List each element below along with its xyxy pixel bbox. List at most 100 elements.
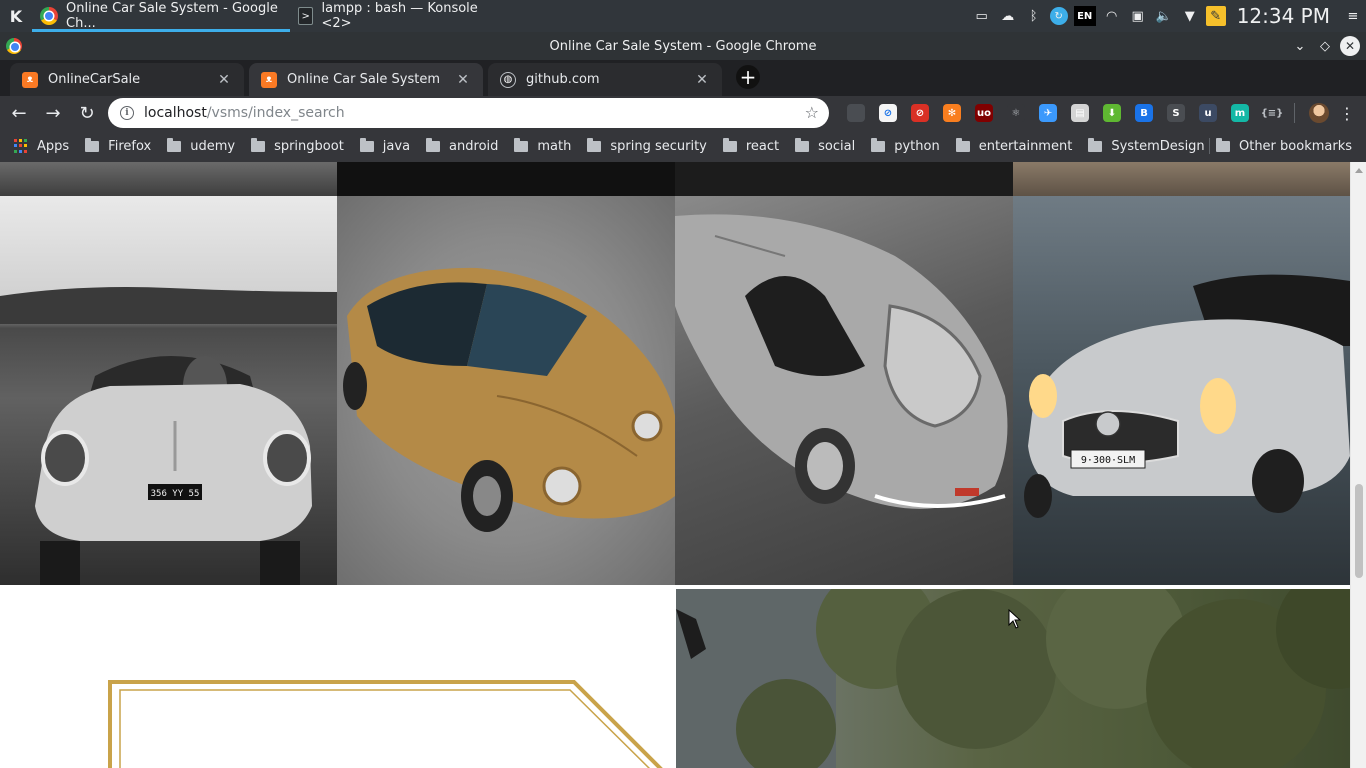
battery-icon[interactable]: ▭	[972, 6, 992, 26]
close-window-icon[interactable]: ✕	[1340, 36, 1360, 56]
bookmark-label: springboot	[274, 138, 344, 154]
system-tray: ▭ ☁ ᛒ ↻ EN ◠ ▣ 🔈 ▼ ✎ 12:34 PM ≡	[969, 0, 1366, 32]
kde-panel: K Online Car Sale System - Google Ch... …	[0, 0, 1366, 32]
bookmark-firefox[interactable]: Firefox	[85, 137, 152, 154]
download-ext-icon[interactable]: ⬇	[1103, 104, 1121, 122]
pocket-icon[interactable]	[847, 104, 865, 122]
bookmark-social[interactable]: social	[795, 137, 855, 154]
bookmark-udemy[interactable]: udemy	[167, 137, 235, 154]
bookmark-math[interactable]: math	[514, 137, 572, 154]
s-ext-icon[interactable]: S	[1167, 104, 1185, 122]
tray-expand-icon[interactable]: ▼	[1180, 6, 1200, 26]
bookmark-spring-security[interactable]: spring security	[587, 137, 707, 154]
globe-icon: ◍	[500, 71, 516, 88]
gallery-photo-silver-roadster[interactable]: 9·300·SLM	[1013, 196, 1350, 585]
maximize-icon[interactable]: ◇	[1315, 36, 1335, 56]
notes-icon[interactable]: ✎	[1205, 6, 1226, 26]
update-icon[interactable]: ↻	[1049, 7, 1068, 25]
license-plate-text: 9·300·SLM	[1081, 455, 1135, 466]
tab-label: github.com	[526, 72, 600, 87]
other-bookmarks-label: Other bookmarks	[1238, 138, 1352, 154]
taskbar-item-chrome[interactable]: Online Car Sale System - Google Ch...	[32, 0, 290, 32]
close-tab-icon[interactable]: ✕	[455, 72, 471, 88]
cloud-icon[interactable]: ☁	[998, 6, 1018, 26]
silver-coupe-image	[675, 214, 1008, 509]
bookmark-label: python	[894, 138, 940, 154]
bookmark-java[interactable]: java	[359, 137, 411, 154]
clock[interactable]: 12:34 PM	[1237, 4, 1330, 28]
bookmark-label: Apps	[37, 138, 70, 154]
gallery-photo-bronze-coupe[interactable]	[337, 196, 675, 585]
folder-icon	[1088, 137, 1103, 152]
ublock-icon[interactable]: uo	[975, 104, 993, 122]
bluetooth-icon[interactable]: ᛒ	[1024, 6, 1044, 26]
bookmark-label: entertainment	[978, 138, 1073, 154]
minimize-icon[interactable]: ⌄	[1290, 36, 1310, 56]
u-ext-icon[interactable]: u	[1199, 104, 1217, 122]
bookmark-entertainment[interactable]: entertainment	[955, 137, 1073, 154]
keyboard-layout[interactable]: EN	[1073, 6, 1096, 26]
kde-menu-icon[interactable]: K	[0, 0, 32, 32]
chrome-menu-icon[interactable]: ⋮	[1337, 104, 1357, 123]
folder-icon	[359, 137, 374, 152]
panel-menu-icon[interactable]: ≡	[1343, 6, 1363, 26]
printer-ext-icon[interactable]: ▤	[1071, 104, 1089, 122]
folder-icon	[1215, 137, 1230, 152]
bookmark-springboot[interactable]: springboot	[251, 137, 344, 154]
site-info-icon[interactable]: i	[120, 106, 134, 120]
folder-icon	[251, 137, 266, 152]
other-bookmarks[interactable]: Other bookmarks	[1215, 130, 1352, 162]
tab-onlinecarsale[interactable]: ᴥ OnlineCarSale ✕	[10, 63, 244, 96]
bookmark-label: Firefox	[108, 138, 152, 154]
orange-ext-icon[interactable]: ✻	[943, 104, 961, 122]
bookmark-python[interactable]: python	[871, 137, 940, 154]
bookmark-label: math	[537, 138, 572, 154]
window-title: Online Car Sale System - Google Chrome	[549, 38, 817, 54]
bookmark-systemdesign[interactable]: SystemDesign	[1088, 137, 1205, 154]
json-ext-icon[interactable]: {≡}	[1261, 104, 1283, 122]
toolbar-divider	[1294, 103, 1295, 123]
forward-button[interactable]: →	[38, 98, 68, 128]
tab-online-car-sale-system[interactable]: ᴥ Online Car Sale System ✕	[249, 63, 483, 96]
bookmark-label: java	[382, 138, 411, 154]
folder-icon	[955, 137, 970, 152]
page-scrollbar[interactable]	[1350, 162, 1366, 768]
b-ext-icon[interactable]: B	[1135, 104, 1153, 122]
gallery-photo-silver-coupe[interactable]	[675, 196, 1013, 585]
license-plate-text: 356 YY 55	[151, 489, 200, 499]
terminal-icon: >	[298, 7, 314, 25]
bookmark-react[interactable]: react	[722, 137, 779, 154]
gallery-photo-convertible[interactable]: 356 YY 55	[0, 196, 337, 585]
scrollbar-thumb[interactable]	[1355, 484, 1363, 578]
tab-github[interactable]: ◍ github.com ✕	[488, 63, 722, 96]
url-text[interactable]: localhost/vsms/index_search	[144, 105, 345, 121]
close-tab-icon[interactable]: ✕	[694, 72, 710, 88]
window-title-bar[interactable]: Online Car Sale System - Google Chrome ⌄…	[0, 32, 1366, 60]
bronze-coupe-image	[343, 267, 675, 532]
reload-button[interactable]: ↻	[72, 98, 102, 128]
new-tab-button[interactable]: +	[736, 65, 760, 89]
bookmark-apps[interactable]: Apps	[14, 139, 69, 154]
address-bar[interactable]: i localhost/vsms/index_search ☆	[108, 98, 829, 128]
scroll-up-icon[interactable]	[1355, 168, 1363, 173]
browser-toolbar: ← → ↻ i localhost/vsms/index_search ☆ ⊘ ⊘…	[0, 96, 1366, 130]
page-content: 356 YY 55 9·300·SLM	[0, 162, 1350, 768]
privacy-badger-icon[interactable]: ⊘	[879, 104, 897, 122]
volume-icon[interactable]: 🔈	[1154, 6, 1174, 26]
bookmark-android[interactable]: android	[426, 137, 498, 154]
bookmark-label: spring security	[610, 138, 707, 154]
close-tab-icon[interactable]: ✕	[216, 72, 232, 88]
taskbar-item-konsole[interactable]: > lampp : bash — Konsole <2>	[290, 0, 490, 32]
bookmark-star-icon[interactable]: ☆	[805, 103, 819, 122]
blocker-icon[interactable]: ⊘	[911, 104, 929, 122]
taskbar-item-label: lampp : bash — Konsole <2>	[321, 1, 478, 31]
folder-icon	[795, 137, 810, 152]
plane-ext-icon[interactable]: ✈	[1039, 104, 1057, 122]
m-ext-icon[interactable]: m	[1231, 104, 1249, 122]
wifi-icon[interactable]: ◠	[1102, 6, 1122, 26]
profile-avatar[interactable]	[1309, 103, 1329, 123]
react-devtools-icon[interactable]: ⚛	[1007, 104, 1025, 122]
window-controls: ⌄ ◇ ✕	[1285, 36, 1360, 56]
back-button[interactable]: ←	[4, 98, 34, 128]
clipboard-icon[interactable]: ▣	[1128, 6, 1148, 26]
